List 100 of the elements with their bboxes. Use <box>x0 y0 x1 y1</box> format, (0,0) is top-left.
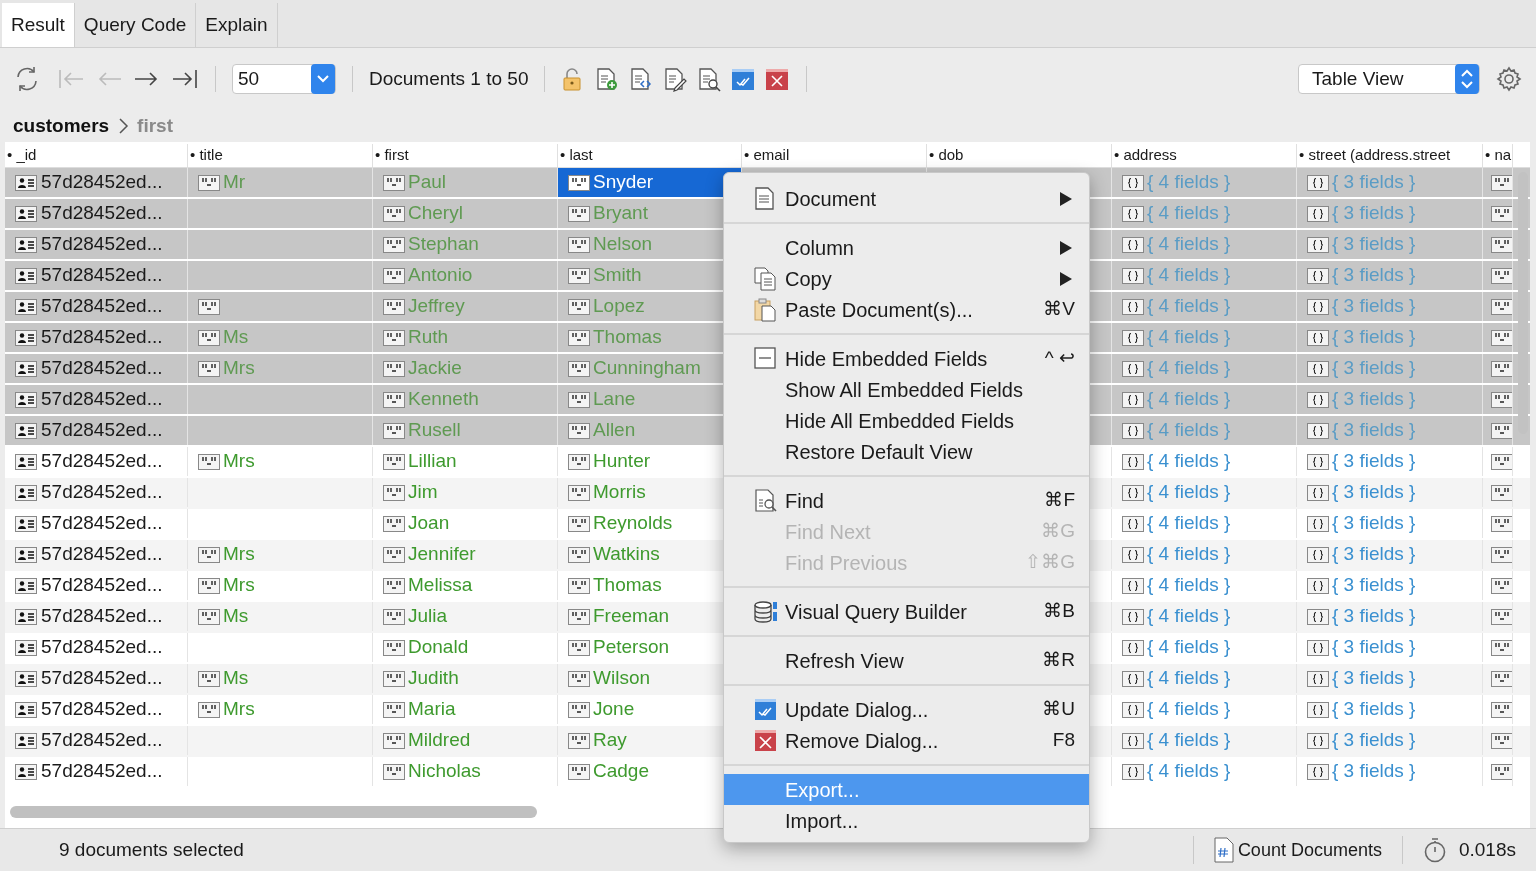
table-cell-text: Paul <box>408 170 447 195</box>
table-cell-text: Ms <box>223 325 249 350</box>
table-cell-text: { 3 fields } <box>1332 542 1416 567</box>
shortcut-label: ^ ↩ <box>1044 346 1075 371</box>
table-cell-text: Peterson <box>593 635 670 660</box>
table-cell-text: Thomas <box>593 325 662 350</box>
table-cell-text: 57d28452ed... <box>41 480 163 505</box>
table-cell-text: Freeman <box>593 604 670 629</box>
column-header: • na <box>1485 145 1512 166</box>
table-cell-text: 57d28452ed... <box>41 573 163 598</box>
table-cell-text: { 3 fields } <box>1332 728 1416 753</box>
table-cell-text: 57d28452ed... <box>41 356 163 381</box>
table-cell-text: { 3 fields } <box>1332 573 1416 598</box>
table-cell-text: { 3 fields } <box>1332 418 1416 443</box>
table-cell-text: { 4 fields } <box>1147 449 1231 474</box>
table-cell-text: { 3 fields } <box>1332 480 1416 505</box>
table-cell-text: 57d28452ed... <box>41 418 163 443</box>
table-cell-text: Smith <box>593 263 642 288</box>
status-message: 9 documents selected <box>59 837 244 862</box>
table-cell-text: 57d28452ed... <box>41 170 163 195</box>
table-cell-text: 57d28452ed... <box>41 449 163 474</box>
table-cell-text: Mrs <box>223 573 255 598</box>
column-header: • dob <box>929 145 964 166</box>
table-cell-text: { 4 fields } <box>1147 511 1231 536</box>
table-cell-text: Lillian <box>408 449 457 474</box>
table-cell-text: Allen <box>593 418 636 443</box>
table-cell-text: { 4 fields } <box>1147 604 1231 629</box>
table-cell-text: Cadge <box>593 759 649 784</box>
table-cell-text: { 3 fields } <box>1332 511 1416 536</box>
table-cell-text: Watkins <box>593 542 660 567</box>
table-cell-text: { 4 fields } <box>1147 635 1231 660</box>
table-cell-text: Ray <box>593 728 627 753</box>
table-cell-text: Morris <box>593 480 646 505</box>
table-cell-text: Nicholas <box>408 759 481 784</box>
table-cell-text: { 4 fields } <box>1147 728 1231 753</box>
shortcut-label: ⌘U <box>1042 697 1075 722</box>
table-cell-text: Nelson <box>593 232 653 257</box>
shortcut-label: ⌘G <box>1041 519 1075 544</box>
table-cell-text: 57d28452ed... <box>41 759 163 784</box>
elapsed-time: 0.018s <box>1458 837 1516 862</box>
table-cell-text: Mrs <box>223 449 255 474</box>
table-cell-text: { 4 fields } <box>1147 387 1231 412</box>
table-cell-text: 57d28452ed... <box>41 263 163 288</box>
table-cell-text: { 4 fields } <box>1147 480 1231 505</box>
table-cell-text: Jackie <box>408 356 462 381</box>
table-cell-text: { 4 fields } <box>1147 542 1231 567</box>
table-cell-text: Joan <box>408 511 450 536</box>
table-cell-text: Jennifer <box>408 542 476 567</box>
column-header: • last <box>560 145 593 166</box>
table-cell-text: { 3 fields } <box>1332 387 1416 412</box>
table-cell-text: Rusell <box>408 418 461 443</box>
table-cell-text: 57d28452ed... <box>41 666 163 691</box>
table-cell-text: 57d28452ed... <box>41 387 163 412</box>
table-cell-text: Bryant <box>593 201 648 226</box>
table-cell-text: { 4 fields } <box>1147 170 1231 195</box>
table-cell-text: { 3 fields } <box>1332 294 1416 319</box>
table-cell-text: Jeffrey <box>408 294 465 319</box>
table-cell-text: 57d28452ed... <box>41 604 163 629</box>
table-cell-text: 57d28452ed... <box>41 294 163 319</box>
table-cell-text: { 3 fields } <box>1332 201 1416 226</box>
column-header: • email <box>744 145 790 166</box>
table-cell-text: Cunningham <box>593 356 701 381</box>
table-cell-text: Ms <box>223 666 249 691</box>
table-cell-text: Melissa <box>408 573 473 598</box>
table-cell-text: { 3 fields } <box>1332 170 1416 195</box>
table-cell-text: Julia <box>408 604 448 629</box>
table-cell-text: { 3 fields } <box>1332 232 1416 257</box>
shortcut-label: ⌘B <box>1043 599 1075 624</box>
table-cell-text: { 3 fields } <box>1332 356 1416 381</box>
table-cell-text: { 4 fields } <box>1147 759 1231 784</box>
table-cell-text: Mildred <box>408 728 471 753</box>
column-header: • title <box>190 145 223 166</box>
table-cell-text: Antonio <box>408 263 473 288</box>
table-cell-text: { 3 fields } <box>1332 635 1416 660</box>
shortcut-label: F8 <box>1052 728 1075 753</box>
table-cell-text: { 4 fields } <box>1147 325 1231 350</box>
table-cell-text: 57d28452ed... <box>41 325 163 350</box>
column-header: • _id <box>7 145 37 166</box>
table-cell-text: 57d28452ed... <box>41 201 163 226</box>
table-cell-text: { 4 fields } <box>1147 232 1231 257</box>
table-cell-text: Mrs <box>223 356 255 381</box>
column-header: • first <box>375 145 409 166</box>
table-cell-text: { 3 fields } <box>1332 325 1416 350</box>
table-cell-text: Jim <box>408 480 438 505</box>
table-cell-text: { 4 fields } <box>1147 573 1231 598</box>
table-cell-text: { 3 fields } <box>1332 604 1416 629</box>
table-cell-text: { 3 fields } <box>1332 666 1416 691</box>
table-cell-text: Maria <box>408 697 456 722</box>
table-cell-text: { 4 fields } <box>1147 697 1231 722</box>
table-cell-text: Wilson <box>593 666 650 691</box>
table-cell-text: Stephan <box>408 232 479 257</box>
table-cell-text: Cheryl <box>408 201 463 226</box>
table-cell-text: 57d28452ed... <box>41 635 163 660</box>
table-cell-text: Thomas <box>593 573 662 598</box>
table-cell-text: Kenneth <box>408 387 479 412</box>
table-cell-text: Lane <box>593 387 636 412</box>
table-cell-text: 57d28452ed... <box>41 511 163 536</box>
table-cell-text: 57d28452ed... <box>41 697 163 722</box>
column-header: • address <box>1114 145 1177 166</box>
table-cell-text: Mr <box>223 170 246 195</box>
